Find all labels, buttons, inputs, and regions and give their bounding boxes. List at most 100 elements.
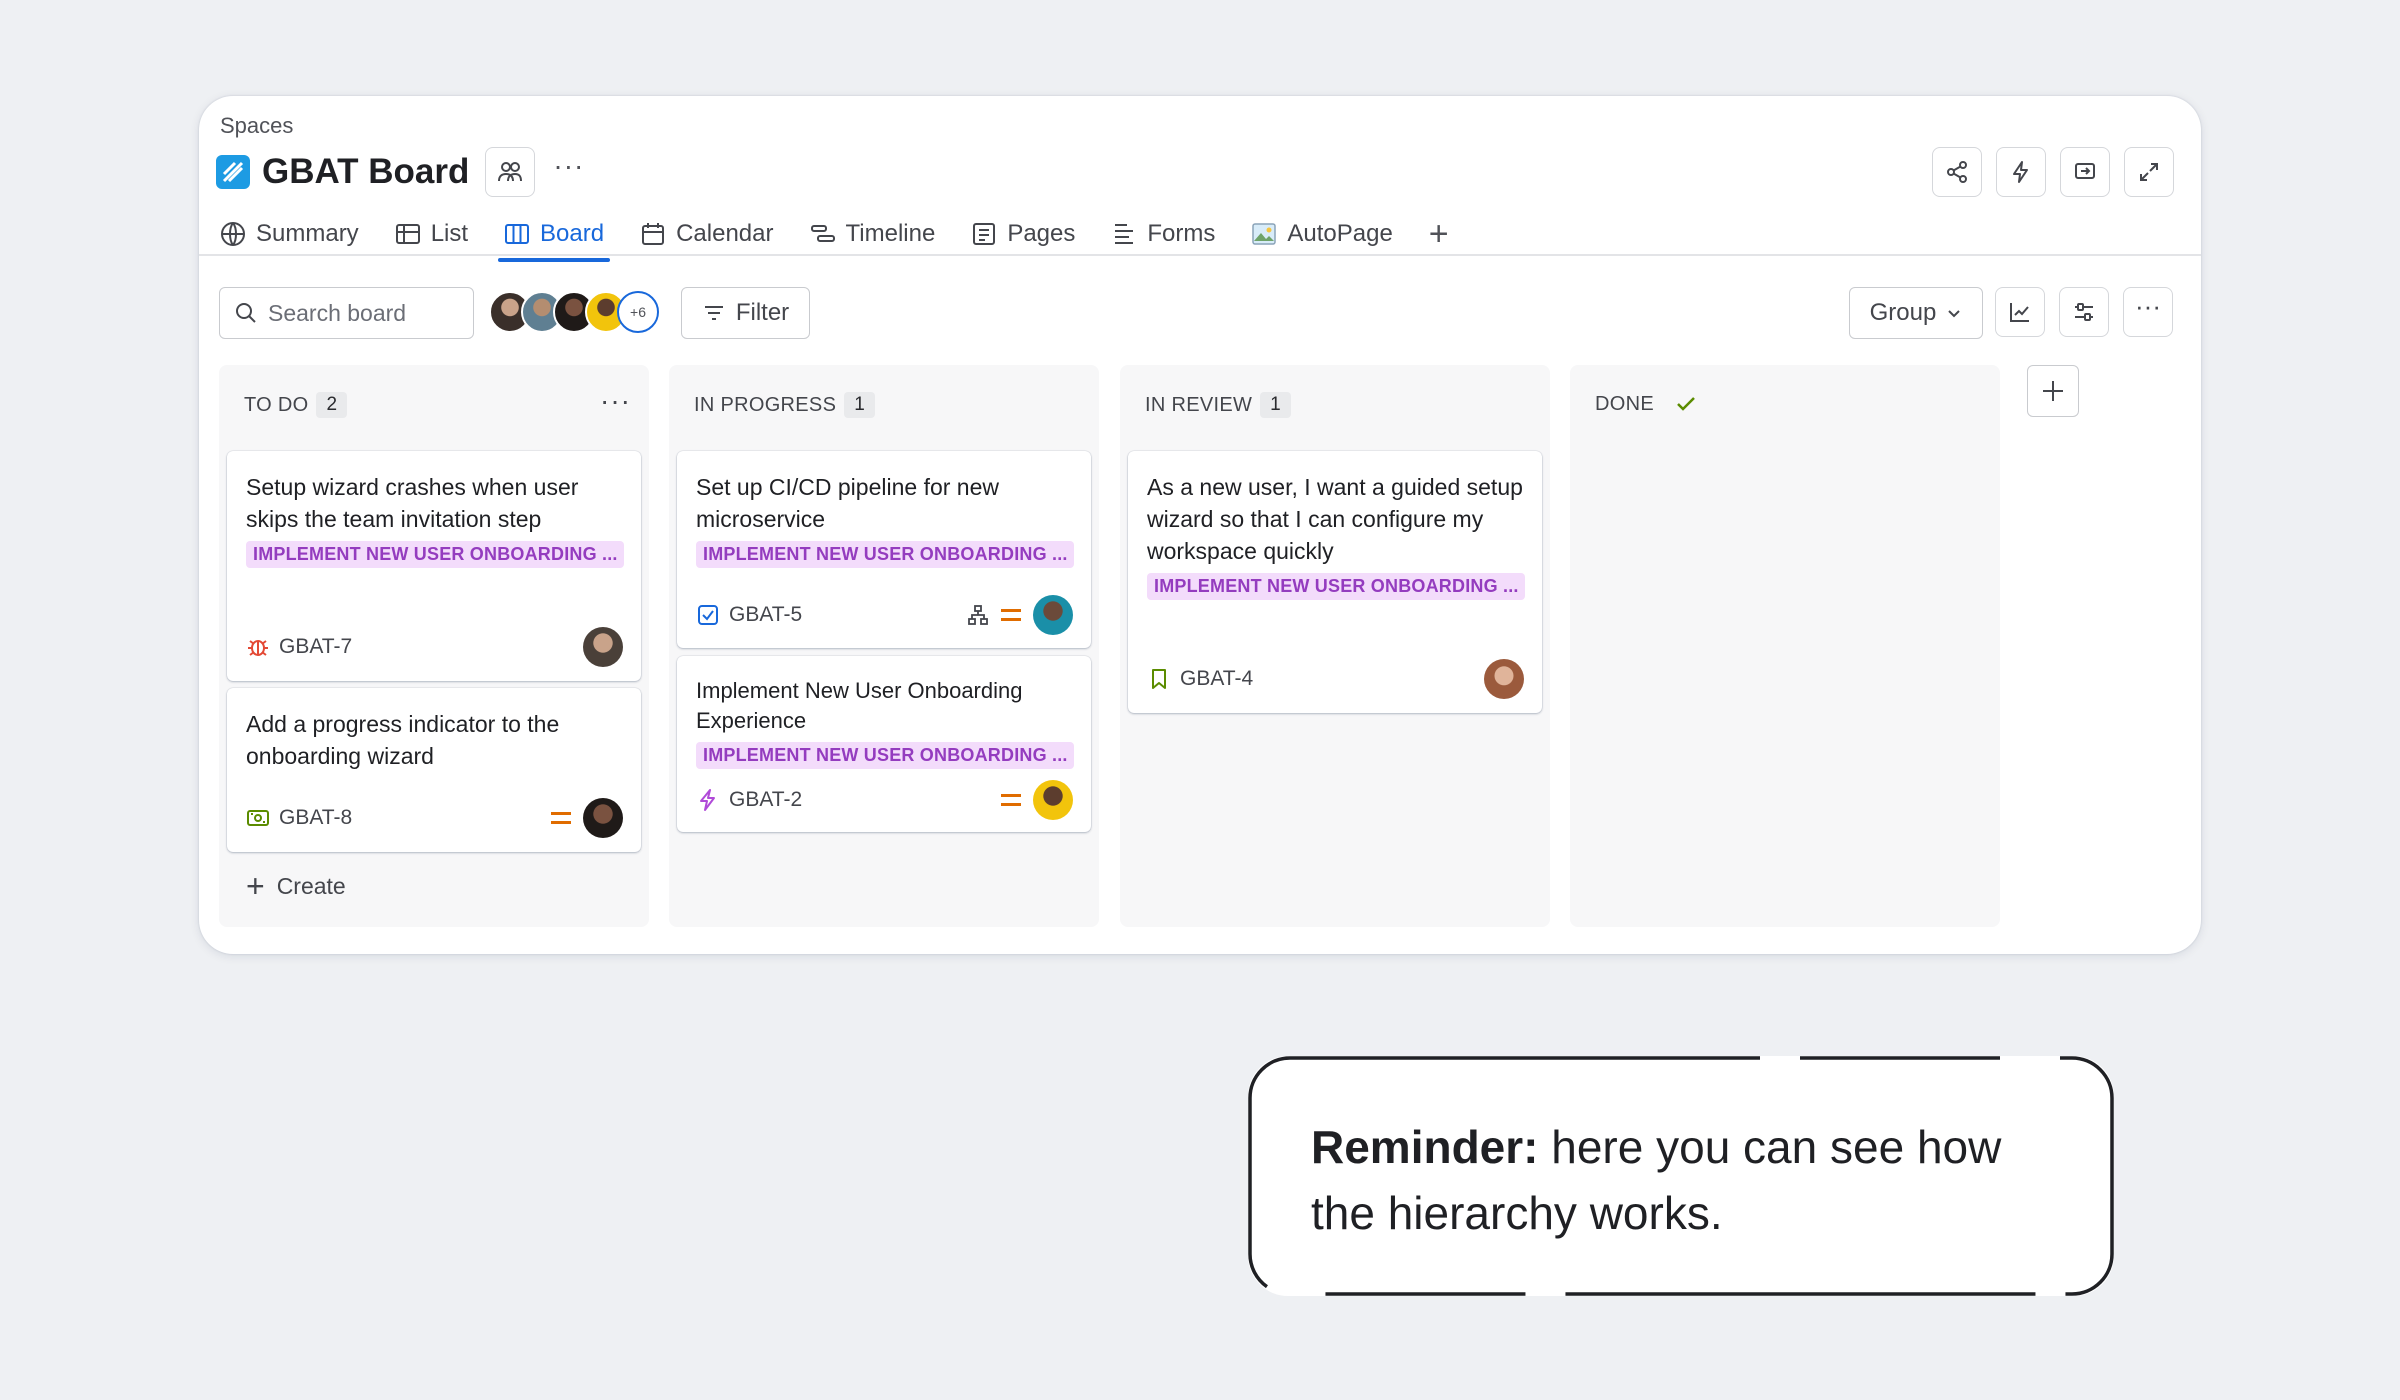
tab-autopage[interactable]: AutoPage [1251, 210, 1393, 258]
issue-card[interactable]: Setup wizard crashes when user skips the… [227, 451, 641, 681]
tab-forms[interactable]: Forms [1111, 210, 1215, 258]
issue-key[interactable]: GBAT-4 [1180, 667, 1253, 691]
card-footer: GBAT-8 [246, 798, 623, 838]
insights-button[interactable] [1995, 287, 2045, 337]
globe-icon [221, 222, 245, 246]
card-footer: GBAT-7 [246, 627, 623, 667]
group-dropdown[interactable]: Group [1849, 287, 1983, 339]
avatar[interactable] [1033, 595, 1073, 635]
team-button[interactable] [485, 147, 536, 197]
share-button[interactable] [1932, 147, 1982, 197]
card-footer: GBAT-5 [696, 595, 1073, 635]
more-options-icon: ··· [2135, 290, 2161, 321]
hierarchy-icon [968, 605, 988, 625]
reminder-callout: Reminder: here you can see how the hiera… [1248, 1056, 2114, 1296]
header-actions [1932, 147, 2174, 197]
tab-calendar[interactable]: Calendar [640, 210, 774, 258]
filter-label: Filter [735, 299, 790, 326]
story-icon [1152, 669, 1166, 689]
reminder-bold: Reminder: [1311, 1121, 1539, 1173]
avatar[interactable] [1484, 659, 1524, 699]
tab-list[interactable]: List [395, 210, 468, 258]
avatar[interactable] [583, 627, 623, 667]
fullscreen-button[interactable] [2124, 147, 2174, 197]
column-name: DONE [1595, 392, 1654, 415]
column-in-review: IN REVIEW 1 As a new user, I want a guid… [1120, 365, 1550, 927]
issue-key[interactable]: GBAT-5 [729, 603, 802, 627]
tab-label: AutoPage [1287, 220, 1393, 247]
avatar[interactable] [1033, 780, 1073, 820]
issue-card[interactable]: As a new user, I want a guided setup wiz… [1128, 451, 1542, 713]
column-header: DONE [1595, 392, 1698, 416]
card-title: As a new user, I want a guided setup wiz… [1147, 474, 1523, 564]
calendar-icon [642, 223, 665, 245]
tab-label: Timeline [845, 220, 936, 247]
share-icon [1947, 161, 1967, 183]
project-header: GBAT Board ··· [216, 146, 584, 198]
pages-icon [973, 223, 996, 245]
tab-label: Summary [256, 220, 359, 247]
column-header: IN PROGRESS 1 [694, 392, 876, 418]
check-icon [1677, 397, 1695, 411]
tab-timeline[interactable]: Timeline [810, 210, 936, 258]
search-icon [236, 303, 256, 323]
add-tab-icon[interactable]: + [1429, 210, 1449, 258]
priority-medium-icon [551, 812, 571, 824]
column-todo: TO DO 2 ··· Setup wizard crashes when us… [219, 365, 649, 927]
column-done: DONE [1570, 365, 2000, 927]
issue-card[interactable]: Set up CI/CD pipeline for new microservi… [677, 451, 1091, 648]
tab-board[interactable]: Board [498, 210, 611, 262]
tab-label: List [430, 220, 469, 247]
column-count: 2 [316, 392, 348, 418]
feedback-button[interactable] [2060, 147, 2110, 197]
tab-summary[interactable]: Summary [220, 210, 359, 258]
priority-medium-icon [1001, 609, 1021, 621]
board-toolbar: Search board +6 Filter Group ··· [219, 287, 2175, 339]
column-name: IN REVIEW [1145, 393, 1253, 416]
epic-label[interactable]: IMPLEMENT NEW USER ONBOARDING ... [1147, 573, 1525, 600]
column-name: TO DO [244, 393, 309, 416]
issue-key[interactable]: GBAT-8 [279, 806, 352, 830]
more-options-icon[interactable]: ··· [553, 152, 584, 192]
tab-label: Forms [1147, 220, 1216, 247]
create-label: Create [276, 872, 346, 899]
card-title: Implement New User Onboarding Experience [696, 678, 1023, 733]
epic-icon [700, 789, 715, 811]
issue-key[interactable]: GBAT-7 [279, 635, 352, 659]
column-more-icon[interactable]: ··· [600, 385, 631, 417]
card-title: Setup wizard crashes when user skips the… [246, 474, 579, 532]
create-issue-button[interactable]: + Create [246, 870, 346, 902]
board-more-button[interactable]: ··· [2123, 287, 2173, 337]
issue-card[interactable]: Implement New User Onboarding Experience… [677, 656, 1091, 832]
filter-button[interactable]: Filter [681, 287, 810, 339]
automation-button[interactable] [1996, 147, 2046, 197]
filter-icon [704, 306, 723, 320]
more-assignees-badge[interactable]: +6 [617, 291, 659, 333]
settings-sliders-icon [2075, 303, 2093, 321]
forms-icon [1115, 224, 1134, 244]
epic-label[interactable]: IMPLEMENT NEW USER ONBOARDING ... [696, 541, 1074, 568]
epic-label[interactable]: IMPLEMENT NEW USER ONBOARDING ... [246, 541, 624, 568]
checkbox-icon [698, 605, 718, 625]
card-footer: GBAT-2 [696, 780, 1073, 820]
tab-pages[interactable]: Pages [971, 210, 1075, 258]
page-title: GBAT Board [262, 152, 470, 191]
expand-icon [2140, 163, 2158, 181]
priority-medium-icon [1001, 794, 1021, 806]
card-footer: GBAT-4 [1147, 659, 1524, 699]
issue-card[interactable]: Add a progress indicator to the onboardi… [227, 688, 641, 852]
chart-icon [2010, 303, 2029, 322]
column-count: 1 [1260, 392, 1292, 418]
add-column-button[interactable] [2027, 365, 2079, 417]
search-input[interactable]: Search board [219, 287, 474, 339]
avatar[interactable] [583, 798, 623, 838]
bug-icon [248, 640, 268, 656]
epic-label[interactable]: IMPLEMENT NEW USER ONBOARDING ... [696, 742, 1074, 769]
card-title: Add a progress indicator to the onboardi… [246, 711, 560, 769]
view-settings-button[interactable] [2059, 287, 2109, 337]
tab-label: Board [540, 220, 605, 247]
breadcrumb[interactable]: Spaces [220, 113, 293, 139]
column-header: TO DO 2 [244, 392, 348, 418]
issue-key[interactable]: GBAT-2 [729, 788, 802, 812]
people-icon [498, 162, 523, 182]
